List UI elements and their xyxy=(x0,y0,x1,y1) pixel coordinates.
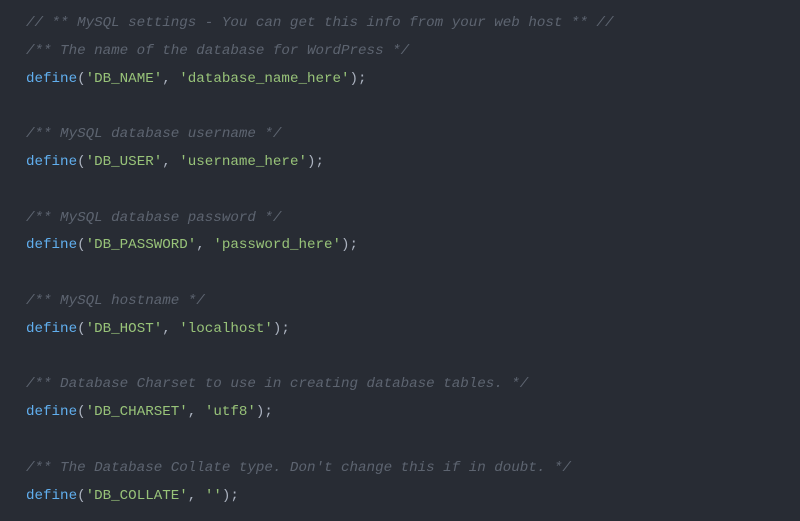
paren-close: ); xyxy=(222,488,239,504)
comment-line: // ** MySQL settings - You can get this … xyxy=(26,15,613,31)
paren-close: ); xyxy=(256,404,273,420)
str-key: 'DB_PASSWORD' xyxy=(86,237,197,253)
paren-close: ); xyxy=(341,237,358,253)
str-val: 'utf8' xyxy=(205,404,256,420)
comment-line: /** The name of the database for WordPre… xyxy=(26,43,409,59)
comma: , xyxy=(188,404,205,420)
fn-define: define xyxy=(26,488,77,504)
fn-define: define xyxy=(26,154,77,170)
code-block: // ** MySQL settings - You can get this … xyxy=(0,0,800,510)
str-key: 'DB_CHARSET' xyxy=(86,404,188,420)
str-val: '' xyxy=(205,488,222,504)
fn-define: define xyxy=(26,71,77,87)
comment-line: /** Database Charset to use in creating … xyxy=(26,376,528,392)
str-val: 'database_name_here' xyxy=(179,71,349,87)
str-key: 'DB_NAME' xyxy=(86,71,163,87)
paren-close: ); xyxy=(350,71,367,87)
paren-open: ( xyxy=(77,488,86,504)
str-val: 'localhost' xyxy=(179,321,273,337)
comment-line: /** MySQL database password */ xyxy=(26,210,281,226)
paren-close: ); xyxy=(307,154,324,170)
comma: , xyxy=(162,321,179,337)
comma: , xyxy=(162,154,179,170)
paren-open: ( xyxy=(77,404,86,420)
str-key: 'DB_COLLATE' xyxy=(86,488,188,504)
paren-open: ( xyxy=(77,71,86,87)
paren-open: ( xyxy=(77,237,86,253)
fn-define: define xyxy=(26,404,77,420)
comma: , xyxy=(188,488,205,504)
str-key: 'DB_HOST' xyxy=(86,321,163,337)
str-key: 'DB_USER' xyxy=(86,154,163,170)
fn-define: define xyxy=(26,237,77,253)
comment-line: /** MySQL database username */ xyxy=(26,126,281,142)
str-val: 'username_here' xyxy=(179,154,307,170)
comment-line: /** MySQL hostname */ xyxy=(26,293,205,309)
comma: , xyxy=(162,71,179,87)
str-val: 'password_here' xyxy=(213,237,341,253)
fn-define: define xyxy=(26,321,77,337)
paren-close: ); xyxy=(273,321,290,337)
comment-line: /** The Database Collate type. Don't cha… xyxy=(26,460,571,476)
paren-open: ( xyxy=(77,154,86,170)
paren-open: ( xyxy=(77,321,86,337)
comma: , xyxy=(196,237,213,253)
